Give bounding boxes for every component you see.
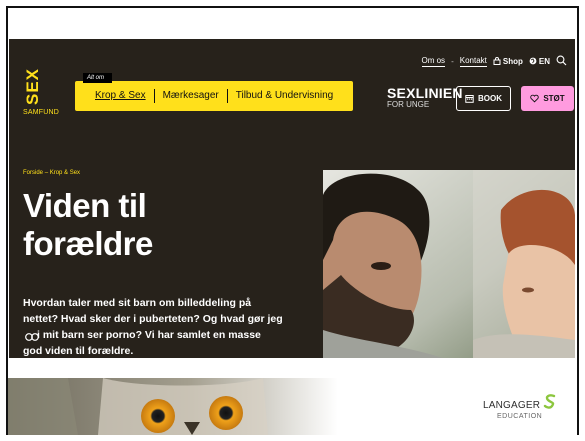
shop-link[interactable]: Shop [493,57,523,66]
intro-line2: nettet? Hvad sker der i puberteten? Og h… [23,313,283,325]
nav-item-maerkesager[interactable]: Mærkesager [155,89,228,103]
sexlinien-subtitle: FOR UNGE [387,100,430,109]
site-logo[interactable]: SEX SAMFUND [23,53,59,121]
book-button[interactable]: BOOK [456,86,511,111]
breadcrumb: Forside – Krop & Sex [23,170,80,176]
intro-line4: god viden til forældre. [23,345,134,357]
sex-og-samfund-page: SEX SAMFUND Om os - Kontakt Shop EN Alt … [9,39,575,358]
nav-item-krop-sex[interactable]: Krop & Sex [87,89,155,103]
langager-logo-icon [543,394,556,409]
page-title-line1: Viden til [23,187,147,224]
main-nav: Krop & Sex Mærkesager Tilbud & Undervisn… [75,81,354,111]
donate-label: STØT [543,94,565,103]
cookie-icon[interactable] [25,332,39,342]
nav-tag-alt-om: Alt om [83,73,113,83]
globe-icon [529,57,537,65]
shop-icon [493,57,501,65]
langager-subtitle: EDUCATION [497,413,543,420]
breadcrumb-current[interactable]: Krop & Sex [50,170,80,176]
separator: - [451,56,454,66]
about-link[interactable]: Om os [421,56,446,67]
sexlinien-link[interactable]: SEXLINIEN FOR UNGE [387,85,463,109]
breadcrumb-home[interactable]: Forside [23,170,43,176]
intro-line3: i mit barn ser porno? Vi har samlet en m… [37,329,261,341]
owl-image [8,378,338,435]
ad-banner[interactable]: LANGAGER EDUCATION [8,378,577,435]
langager-brand: LANGAGER [483,400,541,411]
language-switch[interactable]: EN [529,57,550,66]
logo-subtitle: SAMFUND [23,109,60,116]
hero-photo [323,170,575,358]
book-label: BOOK [478,94,502,103]
page-title-line2: forældre [23,225,153,262]
breadcrumb-separator: – [44,170,49,176]
heart-icon [530,94,540,103]
page-title: Viden til forældre [23,187,153,263]
intro-text: Hvordan taler med sit barn om billeddeli… [23,295,308,358]
intro-line1: Hvordan taler med sit barn om billeddeli… [23,297,252,309]
search-icon [556,55,567,66]
donate-button[interactable]: STØT [521,86,574,111]
contact-link[interactable]: Kontakt [459,56,487,67]
nav-item-tilbud-undervisning[interactable]: Tilbud & Undervisning [228,89,341,103]
hero-photo-illustration [323,170,575,358]
language-label: EN [538,56,550,66]
shop-label: Shop [502,56,523,66]
calendar-icon [465,95,474,103]
logo-letters: SEX [23,67,42,105]
utility-nav: Om os - Kontakt Shop EN [421,55,568,67]
sexlinien-title: SEXLINIEN [387,85,463,101]
search-button[interactable] [556,55,567,67]
